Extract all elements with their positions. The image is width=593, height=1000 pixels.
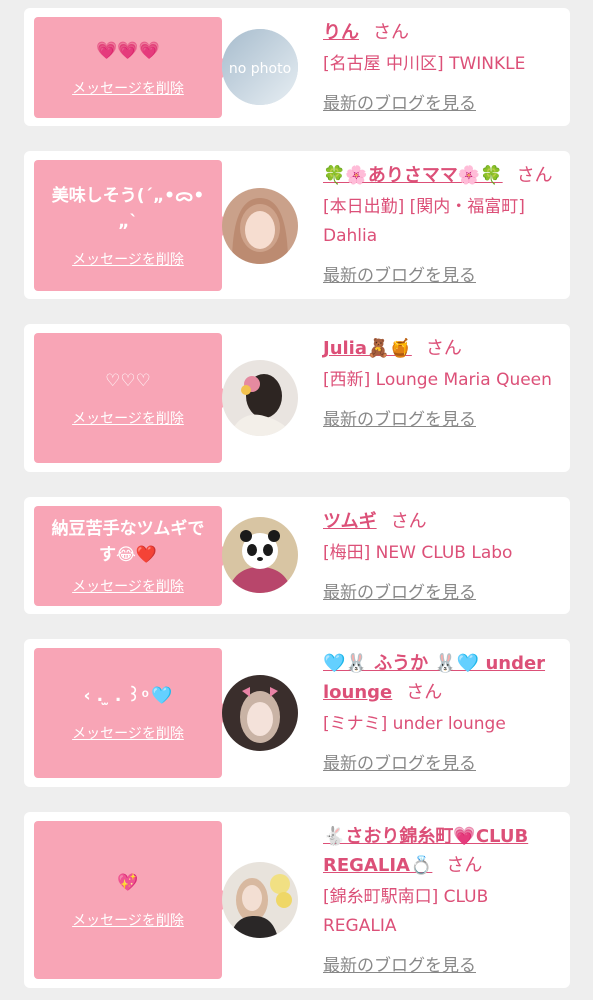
list-item: ‹ . ̫ . ꒱ ͦ 🩵 メッセージを削除 🩵🐰 ふうか 🐰🩵 under l… bbox=[24, 639, 570, 787]
message-text: 納豆苦手なツムギです😂❤️ bbox=[51, 519, 205, 565]
message-bubble: 美味しそう(´„•ᯅ•„` メッセージを削除 bbox=[34, 160, 232, 291]
avatar-image bbox=[222, 188, 298, 264]
shop-text: [梅田] NEW CLUB Labo bbox=[323, 543, 513, 563]
message-text: ‹ . ̫ . ꒱ ͦ 🩵 bbox=[83, 686, 173, 706]
message-bubble: 💗💗💗 メッセージを削除 bbox=[34, 17, 232, 118]
message-bubble: ‹ . ̫ . ꒱ ͦ 🩵 メッセージを削除 bbox=[34, 648, 232, 778]
latest-blog-link[interactable]: 最新のブログを見る bbox=[323, 89, 476, 114]
message-text: 美味しそう(´„•ᯅ•„` bbox=[51, 185, 205, 232]
avatar-image: no photo bbox=[222, 29, 298, 105]
shop-text: [西新] Lounge Maria Queen bbox=[323, 370, 552, 390]
delete-message-link[interactable]: メッセージを削除 bbox=[72, 910, 184, 930]
shop-text: [本日出勤] [関内・福富町] Dahlia bbox=[323, 197, 525, 246]
list-item: 💖 メッセージを削除 🐇さおり錦糸町💗CLUB REGALIA💍 さん [錦糸町駅… bbox=[24, 812, 570, 988]
shop-text: [名古屋 中川区] TWINKLE bbox=[323, 54, 526, 74]
avatar-image bbox=[222, 862, 298, 938]
avatar[interactable] bbox=[222, 188, 298, 264]
honorific: さん bbox=[390, 511, 427, 532]
honorific: さん bbox=[516, 165, 553, 186]
delete-message-link[interactable]: メッセージを削除 bbox=[72, 723, 184, 743]
no-photo-text: no photo bbox=[229, 61, 291, 77]
delete-message-link[interactable]: メッセージを削除 bbox=[72, 249, 184, 269]
list-item: ♡♡♡ メッセージを削除 Julia🧸🍯 さん [西新] Lounge Maria… bbox=[24, 324, 570, 472]
avatar[interactable] bbox=[222, 360, 298, 436]
user-name-link[interactable]: ツムギ bbox=[323, 511, 377, 532]
user-info: 🐇さおり錦糸町💗CLUB REGALIA💍 さん [錦糸町駅南口] CLUB RE… bbox=[323, 822, 563, 976]
honorific: さん bbox=[446, 855, 483, 876]
delete-message-link[interactable]: メッセージを削除 bbox=[72, 408, 184, 428]
latest-blog-link[interactable]: 最新のブログを見る bbox=[323, 749, 476, 774]
honorific: さん bbox=[406, 682, 443, 703]
user-info: りん さん [名古屋 中川区] TWINKLE 最新のブログを見る bbox=[323, 18, 563, 114]
user-info: 🍀🌸ありさママ🌸🍀 さん [本日出勤] [関内・福富町] Dahlia 最新のブロ… bbox=[323, 161, 563, 286]
list-item: 納豆苦手なツムギです😂❤️ メッセージを削除 ツムギ さん [梅田] NEW CL… bbox=[24, 497, 570, 614]
message-text: 💗💗💗 bbox=[96, 40, 160, 61]
list-item: 美味しそう(´„•ᯅ•„` メッセージを削除 🍀🌸ありさママ🌸🍀 さん [本日出勤… bbox=[24, 151, 570, 299]
user-name-link[interactable]: 🐇さおり錦糸町💗CLUB REGALIA💍 bbox=[323, 826, 528, 876]
user-info: ツムギ さん [梅田] NEW CLUB Labo 最新のブログを見る bbox=[323, 507, 563, 603]
message-list: 💗💗💗 メッセージを削除 no photo りん さん [名古屋 中川区] TWI… bbox=[0, 0, 593, 1000]
user-name-link[interactable]: Julia🧸🍯 bbox=[323, 338, 412, 359]
user-name-link[interactable]: りん bbox=[323, 22, 359, 43]
message-bubble: 💖 メッセージを削除 bbox=[34, 821, 232, 979]
latest-blog-link[interactable]: 最新のブログを見る bbox=[323, 578, 476, 603]
avatar-image bbox=[222, 517, 298, 593]
avatar-image bbox=[222, 360, 298, 436]
delete-message-link[interactable]: メッセージを削除 bbox=[72, 78, 184, 98]
delete-message-link[interactable]: メッセージを削除 bbox=[72, 576, 184, 596]
user-info: 🩵🐰 ふうか 🐰🩵 under lounge さん [ミナミ] under lou… bbox=[323, 649, 563, 774]
message-bubble: ♡♡♡ メッセージを削除 bbox=[34, 333, 232, 463]
honorific: さん bbox=[373, 22, 409, 43]
latest-blog-link[interactable]: 最新のブログを見る bbox=[323, 261, 476, 286]
user-name-link[interactable]: 🍀🌸ありさママ🌸🍀 bbox=[323, 165, 503, 186]
message-text: ♡♡♡ bbox=[105, 371, 151, 391]
honorific: さん bbox=[425, 338, 462, 359]
avatar[interactable] bbox=[222, 517, 298, 593]
avatar[interactable] bbox=[222, 675, 298, 751]
latest-blog-link[interactable]: 最新のブログを見る bbox=[323, 405, 476, 430]
shop-text: [ミナミ] under lounge bbox=[323, 714, 506, 734]
list-item: 💗💗💗 メッセージを削除 no photo りん さん [名古屋 中川区] TWI… bbox=[24, 8, 570, 126]
message-text: 💖 bbox=[117, 873, 139, 893]
avatar[interactable] bbox=[222, 862, 298, 938]
message-bubble: 納豆苦手なツムギです😂❤️ メッセージを削除 bbox=[34, 506, 232, 606]
shop-text: [錦糸町駅南口] CLUB REGALIA bbox=[323, 887, 489, 936]
avatar[interactable]: no photo bbox=[222, 29, 298, 105]
avatar-image bbox=[222, 675, 298, 751]
latest-blog-link[interactable]: 最新のブログを見る bbox=[323, 951, 476, 976]
user-info: Julia🧸🍯 さん [西新] Lounge Maria Queen 最新のブログ… bbox=[323, 334, 563, 430]
